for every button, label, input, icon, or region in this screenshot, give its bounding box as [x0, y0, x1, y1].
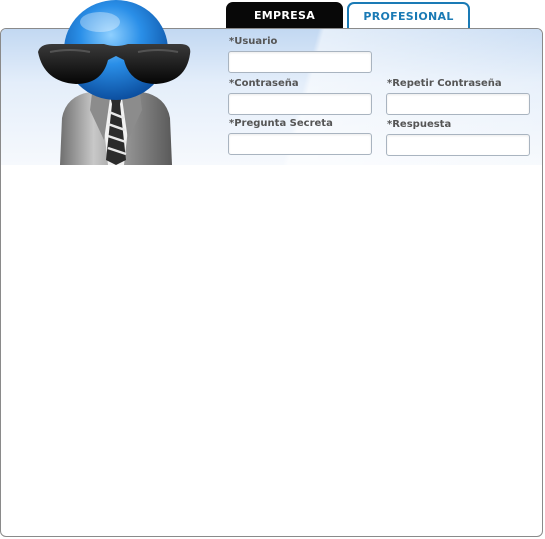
repetir-contrasena-label: *Repetir Contraseña [387, 78, 502, 89]
mascot-agent-icon [38, 0, 191, 165]
contrasena-input[interactable] [228, 93, 372, 115]
contrasena-label: *Contraseña [229, 78, 299, 89]
repetir-contrasena-input[interactable] [386, 93, 530, 115]
usuario-label: *Usuario [229, 36, 278, 47]
respuesta-input[interactable] [386, 134, 530, 156]
pregunta-secreta-label: *Pregunta Secreta [229, 118, 333, 129]
pregunta-secreta-input[interactable] [228, 133, 372, 155]
usuario-input[interactable] [228, 51, 372, 73]
respuesta-label: *Respuesta [387, 119, 452, 130]
tab-empresa[interactable]: EMPRESA [226, 2, 343, 28]
tab-profesional[interactable]: PROFESIONAL [347, 2, 470, 28]
